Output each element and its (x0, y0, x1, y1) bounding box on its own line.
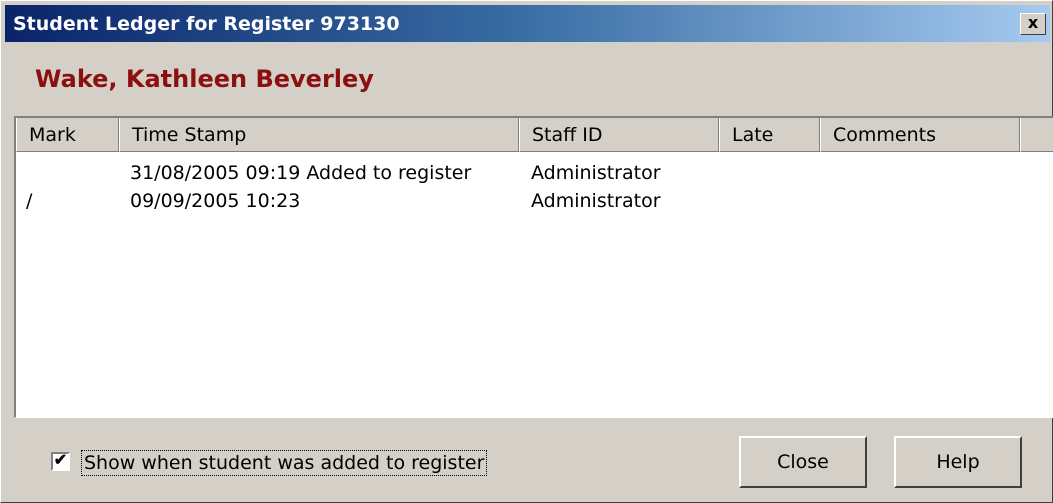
row-time-stamp: 09/09/2005 10:23 (130, 190, 301, 212)
row-time-stamp: 31/08/2005 09:19 Added to register (130, 162, 472, 184)
column-header-staff-id[interactable]: Staff ID (519, 118, 719, 152)
show-added-label[interactable]: Show when student was added to register (81, 450, 488, 476)
student-name: Wake, Kathleen Beverley (35, 65, 374, 93)
window-title: Student Ledger for Register 973130 (13, 13, 400, 35)
close-icon[interactable]: x (1020, 13, 1046, 35)
table-row[interactable]: 31/08/2005 09:19 Added to register Admin… (16, 159, 1052, 187)
help-button[interactable]: Help (894, 436, 1022, 488)
column-header-late[interactable]: Late (719, 118, 820, 152)
table-row[interactable]: / 09/09/2005 10:23 Administrator (16, 187, 1052, 215)
column-header-filler (1020, 118, 1053, 152)
column-header-time-stamp[interactable]: Time Stamp (119, 118, 519, 152)
show-added-checkbox[interactable]: ✔ (51, 452, 70, 471)
ledger-header: Mark Time Stamp Staff ID Late Comments (16, 118, 1053, 152)
row-mark: / (26, 190, 33, 212)
ledger-list[interactable]: Mark Time Stamp Staff ID Late Comments 3… (14, 116, 1053, 418)
column-header-mark[interactable]: Mark (16, 118, 119, 152)
column-header-comments[interactable]: Comments (820, 118, 1020, 152)
title-bar[interactable]: Student Ledger for Register 973130 x (5, 5, 1050, 42)
row-staff-id: Administrator (531, 190, 661, 212)
close-button[interactable]: Close (739, 436, 867, 488)
row-staff-id: Administrator (531, 162, 661, 184)
student-ledger-dialog: Student Ledger for Register 973130 x Wak… (0, 0, 1053, 503)
